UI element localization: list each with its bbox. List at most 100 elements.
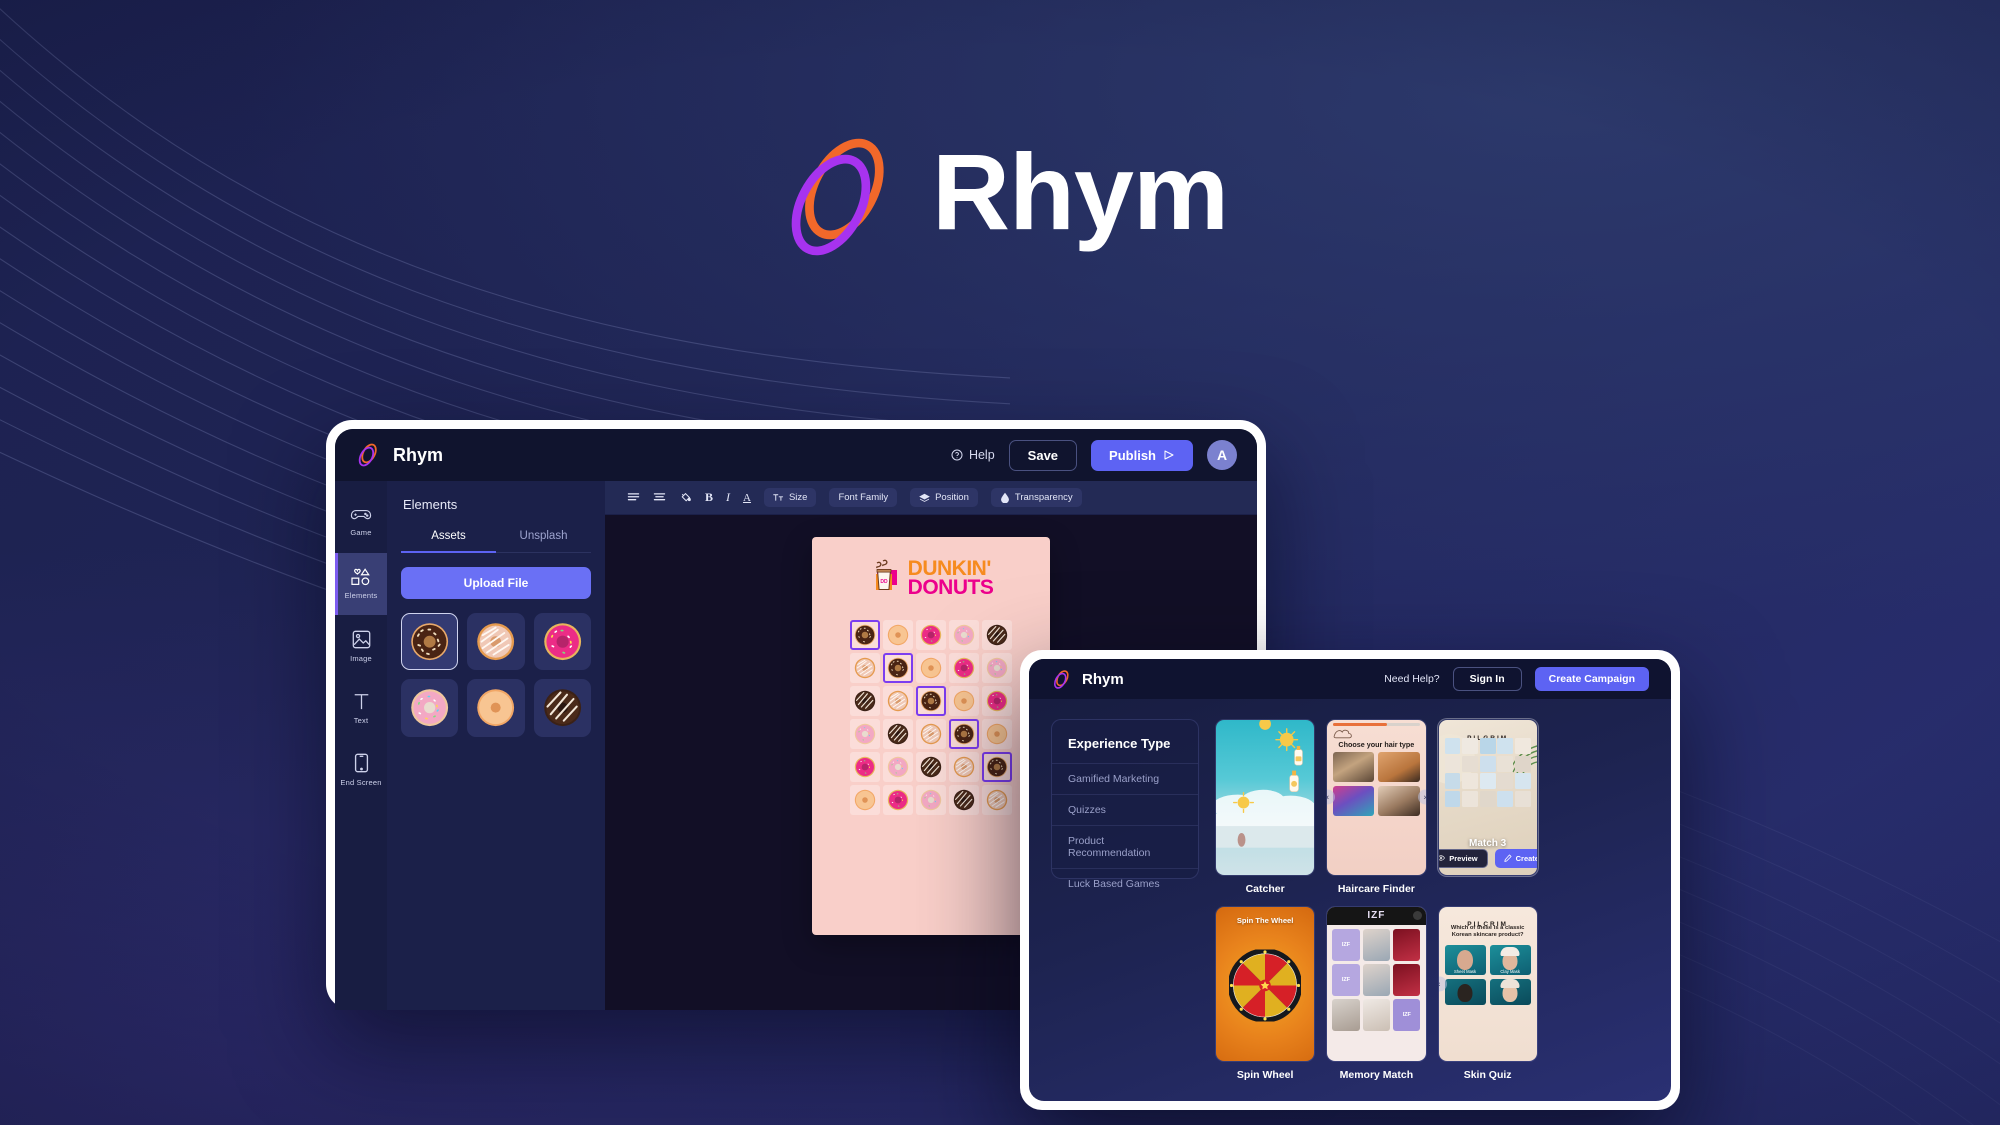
campaign-canvas[interactable]: DD DUNKIN' DONUTS [812, 537, 1050, 935]
skin-option-sheet-mask[interactable]: Sheet Mask [1444, 944, 1486, 975]
tab-unsplash[interactable]: Unsplash [496, 524, 591, 553]
board-tile[interactable] [982, 685, 1012, 716]
board-tile[interactable] [850, 685, 880, 716]
create-campaign-button[interactable]: Create Campaign [1534, 667, 1649, 691]
skin-option-3[interactable] [1444, 978, 1486, 1005]
tab-assets[interactable]: Assets [401, 524, 496, 553]
game-card-catcher[interactable]: Catcher [1215, 719, 1316, 895]
transparency-chip[interactable]: Transparency [990, 488, 1082, 507]
board-tile[interactable] [916, 718, 946, 749]
board-tile[interactable] [850, 751, 880, 782]
board-tile[interactable] [949, 784, 979, 815]
skin-quiz-headline: Which of these is a classic Korean skinc… [1450, 924, 1525, 939]
board-tile[interactable] [916, 784, 946, 815]
hair-option-2[interactable] [1378, 752, 1420, 782]
underline-icon[interactable]: A [743, 492, 751, 504]
game-card-memory-match[interactable]: IZF IZF IZF IZF Memory Match [1326, 905, 1427, 1081]
asset-pink-sprinkle-ring-donut[interactable] [533, 613, 591, 671]
experience-item-luck-based-games[interactable]: Luck Based Games [1052, 868, 1198, 899]
editor-brand[interactable]: Rhym [355, 442, 443, 468]
fill-bucket-icon[interactable] [679, 491, 692, 504]
asset-strawberry-sprinkle-donut[interactable] [401, 679, 459, 737]
align-center-icon[interactable] [653, 491, 666, 504]
board-tile[interactable] [982, 784, 1012, 815]
pencil-icon [1504, 854, 1512, 862]
hair-option-1[interactable] [1333, 752, 1375, 782]
editor-sidebar-rail: Game Elements Image Text End Screen [335, 481, 387, 1010]
sign-in-button[interactable]: Sign In [1452, 667, 1522, 691]
experience-item-quizzes[interactable]: Quizzes [1052, 794, 1198, 825]
game-card-haircare-finder[interactable]: Choose your hair type ‹ › Haircare Finde… [1326, 719, 1427, 895]
gallery-brand[interactable]: Rhym [1051, 669, 1124, 690]
skin-option-4[interactable] [1489, 978, 1531, 1005]
board-tile[interactable] [949, 685, 979, 716]
create-label: Create [1515, 853, 1538, 863]
preview-button[interactable]: Preview [1438, 848, 1488, 868]
game-card-spin-wheel[interactable]: Spin The Wheel Spin Wheel [1215, 905, 1316, 1081]
game-card-skin-quiz[interactable]: PILCRIM Which of these is a classic Kore… [1437, 905, 1538, 1081]
bold-icon[interactable]: B [705, 490, 713, 505]
board-tile[interactable] [850, 784, 880, 815]
board-tile[interactable] [982, 751, 1012, 782]
card-actions: Preview Create [1438, 848, 1538, 868]
board-tile[interactable] [916, 619, 946, 650]
help-circle-icon [951, 449, 963, 461]
card-thumbnail: PILGRIM [1437, 719, 1538, 876]
font-size-chip[interactable]: Size [763, 488, 817, 507]
help-button[interactable]: Help [951, 448, 995, 462]
memory-settings-icon[interactable] [1412, 910, 1422, 920]
experience-item-product-recommendation[interactable]: Product Recommendation [1052, 825, 1198, 868]
sidebar-item-end-screen[interactable]: End Screen [335, 739, 387, 801]
position-chip[interactable]: Position [910, 488, 978, 507]
board-tile[interactable] [949, 751, 979, 782]
board-tile[interactable] [883, 784, 913, 815]
sidebar-item-elements[interactable]: Elements [335, 553, 387, 615]
font-family-chip[interactable]: Font Family [829, 488, 898, 507]
shapes-icon [351, 568, 370, 586]
board-tile[interactable] [916, 652, 946, 683]
board-tile[interactable] [982, 718, 1012, 749]
donut-chocolate-sprinkle-icon [411, 623, 449, 661]
experience-item-gamified-marketing[interactable]: Gamified Marketing [1052, 763, 1198, 794]
board-tile[interactable] [982, 619, 1012, 650]
memory-topbar: IZF [1327, 906, 1426, 925]
asset-chocolate-stripe-donut[interactable] [533, 679, 591, 737]
skin-option-clay-mask[interactable]: Clay Mask [1489, 944, 1531, 975]
board-tile[interactable] [883, 652, 913, 683]
board-tile[interactable] [850, 619, 880, 650]
hair-option-4[interactable] [1378, 786, 1420, 816]
board-tile[interactable] [949, 718, 979, 749]
rhym-logo-icon [358, 443, 377, 467]
sidebar-label: Text [353, 715, 369, 725]
asset-chocolate-sprinkle-donut[interactable] [401, 613, 459, 671]
need-help-label[interactable]: Need Help? [1384, 673, 1439, 685]
card-slot-empty [1549, 719, 1649, 895]
board-tile[interactable] [850, 652, 880, 683]
sidebar-item-text[interactable]: Text [335, 677, 387, 739]
avatar[interactable]: A [1207, 440, 1237, 470]
board-tile[interactable] [850, 718, 880, 749]
match3-board[interactable] [850, 619, 1012, 815]
board-tile[interactable] [883, 619, 913, 650]
asset-glazed-drizzle-donut[interactable] [467, 613, 525, 671]
board-tile[interactable] [916, 751, 946, 782]
game-card-match-3[interactable]: PILGRIM [1437, 719, 1538, 895]
board-tile[interactable] [883, 751, 913, 782]
sidebar-item-game[interactable]: Game [335, 491, 387, 553]
board-tile[interactable] [916, 685, 946, 716]
board-tile[interactable] [883, 718, 913, 749]
align-left-icon[interactable] [627, 491, 640, 504]
board-tile[interactable] [883, 685, 913, 716]
save-button[interactable]: Save [1008, 439, 1078, 471]
board-tile[interactable] [982, 652, 1012, 683]
carousel-next-icon[interactable]: › [1417, 789, 1426, 805]
create-button[interactable]: Create [1494, 848, 1538, 868]
publish-button[interactable]: Publish [1091, 439, 1193, 471]
upload-file-button[interactable]: Upload File [401, 567, 591, 599]
hair-option-3[interactable] [1333, 786, 1375, 816]
italic-icon[interactable]: I [726, 490, 730, 505]
board-tile[interactable] [949, 652, 979, 683]
board-tile[interactable] [949, 619, 979, 650]
asset-plain-sugar-donut[interactable] [467, 679, 525, 737]
sidebar-item-image[interactable]: Image [335, 615, 387, 677]
